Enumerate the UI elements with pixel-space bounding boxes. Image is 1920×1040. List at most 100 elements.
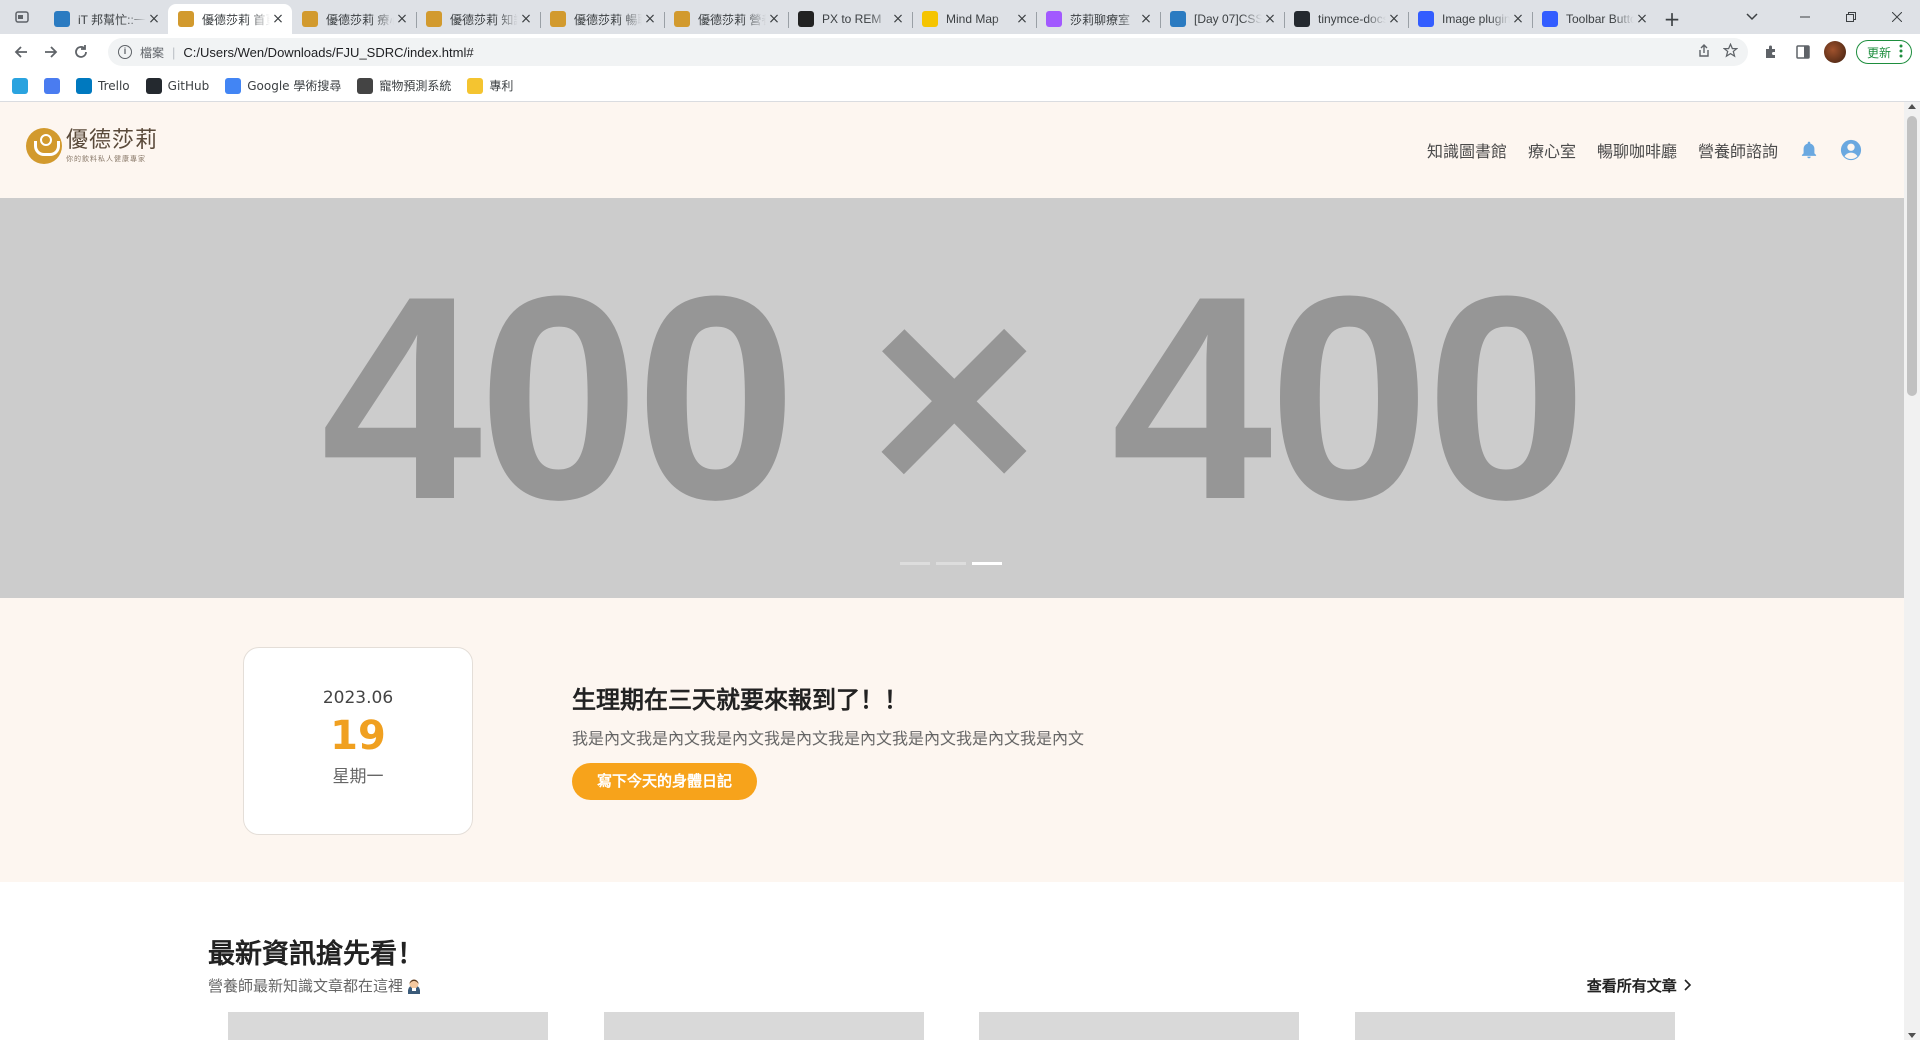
scroll-up-icon[interactable] <box>1908 104 1916 109</box>
restore-button[interactable] <box>1828 0 1874 34</box>
today-headline: 生理期在三天就要來報到了！！ <box>572 686 908 714</box>
tab-search-icon[interactable] <box>0 0 44 34</box>
close-tab-icon[interactable]: × <box>518 11 534 27</box>
article-card[interactable] <box>228 1012 548 1040</box>
nav-knowledge-library[interactable]: 知識圖書館 <box>1427 138 1507 162</box>
tab-title: 莎莉聊療室 <box>1070 12 1131 27</box>
reload-button[interactable] <box>66 37 96 67</box>
scroll-down-icon[interactable] <box>1908 1033 1916 1038</box>
close-tab-icon[interactable]: × <box>270 11 286 27</box>
article-card[interactable] <box>604 1012 924 1040</box>
bookmark-label: Trello <box>98 78 130 93</box>
tab-title: 優德莎莉 暢聊咖啡廳 <box>574 12 642 27</box>
tab-title: 優德莎莉 營養師諮詢 <box>698 12 766 27</box>
bookmark-label: GitHub <box>167 78 210 93</box>
scholar-icon <box>225 77 242 94</box>
close-tab-icon[interactable]: × <box>1138 11 1154 27</box>
update-button[interactable]: 更新 <box>1855 40 1912 64</box>
tab-title: 優德莎莉 首頁 <box>202 12 270 27</box>
close-tab-icon[interactable]: × <box>394 11 410 27</box>
browser-tab[interactable]: Toolbar Buttons× <box>1532 4 1656 34</box>
carousel-dot-3[interactable] <box>972 562 1002 565</box>
browser-tab[interactable]: PX to REM × <box>788 4 912 34</box>
bell-icon[interactable] <box>1799 140 1819 160</box>
figma-icon <box>1046 11 1062 27</box>
back-button[interactable] <box>6 37 36 67</box>
update-label: 更新 <box>1866 45 1891 60</box>
browser-tab[interactable]: iT 邦幫忙::一起幫忙解決難題× <box>44 4 168 34</box>
browser-tab[interactable]: 莎莉聊療室 × <box>1036 4 1160 34</box>
close-window-button[interactable] <box>1874 0 1920 34</box>
nav-healing-room[interactable]: 療心室 <box>1528 138 1576 162</box>
site-header: 優德莎莉 你的飲料私人健康專家 知識圖書館 療心室 暢聊咖啡廳 營養師諮詢 <box>0 102 1904 198</box>
bookmark-item[interactable] <box>44 77 66 94</box>
news-section: 最新資訊搶先看！ 營養師最新知識文章都在這裡 查看所有文章 <box>0 882 1904 1040</box>
article-card[interactable] <box>1355 1012 1675 1040</box>
close-tab-icon[interactable]: × <box>1634 11 1650 27</box>
write-diary-button[interactable]: 寫下今天的身體日記 <box>572 763 758 800</box>
url-text[interactable]: C:/Users/Wen/Downloads/FJU_SDRC/index.ht… <box>183 45 473 60</box>
carousel-dot-1[interactable] <box>900 562 930 565</box>
bookmark-item[interactable]: Google 學術搜尋 <box>225 77 341 94</box>
bookmark-label: Google 學術搜尋 <box>247 79 342 93</box>
github-icon <box>1294 11 1310 27</box>
star-icon[interactable] <box>1722 42 1739 61</box>
browser-tab[interactable]: 優德莎莉 暢聊咖啡廳× <box>540 4 664 34</box>
address-bar[interactable]: i 檔案 | C:/Users/Wen/Downloads/FJU_SDRC/i… <box>108 38 1748 66</box>
minimize-button[interactable] <box>1782 0 1828 34</box>
share-icon[interactable] <box>1697 43 1711 61</box>
date-day: 19 <box>330 713 386 759</box>
bookmarks-bar: Trello GitHub Google 學術搜尋 寵物預測系統 專利 <box>0 70 1920 102</box>
browser-tab[interactable]: [Day 07]CSS × <box>1160 4 1284 34</box>
yude-logo-icon <box>550 11 566 27</box>
browser-toolbar: i 檔案 | C:/Users/Wen/Downloads/FJU_SDRC/i… <box>0 34 1920 70</box>
view-all-articles-link[interactable]: 查看所有文章 <box>1587 975 1692 996</box>
close-tab-icon[interactable]: × <box>1510 11 1526 27</box>
c-logo-icon <box>798 11 814 27</box>
folder-icon <box>467 77 484 94</box>
user-circle-icon[interactable] <box>1840 139 1862 161</box>
article-card[interactable] <box>979 1012 1299 1040</box>
close-tab-icon[interactable]: × <box>642 11 658 27</box>
tab-title: Toolbar Buttons <box>1566 12 1634 26</box>
scrollbar-thumb[interactable] <box>1907 116 1917 396</box>
bookmark-item[interactable]: Trello <box>76 77 130 94</box>
profile-avatar[interactable] <box>1823 41 1846 63</box>
bookmark-item[interactable]: 寵物預測系統 <box>357 77 451 94</box>
page-scrollbar[interactable] <box>1904 102 1920 1040</box>
nav-dietitian-consult[interactable]: 營養師諮詢 <box>1698 138 1778 162</box>
trello-icon <box>76 77 92 94</box>
side-panel-icon[interactable] <box>1792 41 1814 63</box>
bookmark-item[interactable]: GitHub <box>145 77 210 94</box>
browser-tab[interactable]: tinymce-docs × <box>1284 4 1408 34</box>
browser-tab[interactable]: 優德莎莉 首頁 × <box>168 4 292 34</box>
close-tab-icon[interactable]: × <box>1014 11 1030 27</box>
tab-title: [Day 07]CSS <box>1194 12 1262 26</box>
news-title: 最新資訊搶先看！ <box>208 939 424 970</box>
browser-tab[interactable]: Mind Map × <box>912 4 1036 34</box>
forward-button[interactable] <box>36 37 66 67</box>
close-tab-icon[interactable]: × <box>1386 11 1402 27</box>
browser-tab[interactable]: 優德莎莉 營養師諮詢× <box>664 4 788 34</box>
extensions-icon[interactable] <box>1760 41 1782 63</box>
site-logo[interactable]: 優德莎莉 你的飲料私人健康專家 <box>26 128 158 164</box>
nav-chat-cafe[interactable]: 暢聊咖啡廳 <box>1597 138 1677 162</box>
browser-tab[interactable]: Image plugin × <box>1408 4 1532 34</box>
bookmark-item[interactable] <box>12 77 34 94</box>
browser-tab[interactable]: 優德莎莉 知識圖書館× <box>416 4 540 34</box>
bookmark-item[interactable]: 專利 <box>467 77 513 94</box>
info-icon[interactable]: i <box>118 45 132 59</box>
yude-logo-icon <box>302 11 318 27</box>
close-tab-icon[interactable]: × <box>890 11 906 27</box>
new-tab-button[interactable]: + <box>1656 4 1688 34</box>
hero-carousel[interactable]: 400 × 400 <box>0 198 1904 598</box>
yude-logo-icon <box>674 11 690 27</box>
carousel-dot-2[interactable] <box>936 562 966 565</box>
close-tab-icon[interactable]: × <box>766 11 782 27</box>
close-tab-icon[interactable]: × <box>146 11 162 27</box>
date-card: 2023.06 19 星期一 <box>243 647 473 835</box>
close-tab-icon[interactable]: × <box>1262 11 1278 27</box>
more-menu-icon[interactable] <box>1899 44 1903 61</box>
tab-list-chevron-icon[interactable] <box>1734 0 1770 34</box>
browser-tab[interactable]: 優德莎莉 療心室× <box>292 4 416 34</box>
